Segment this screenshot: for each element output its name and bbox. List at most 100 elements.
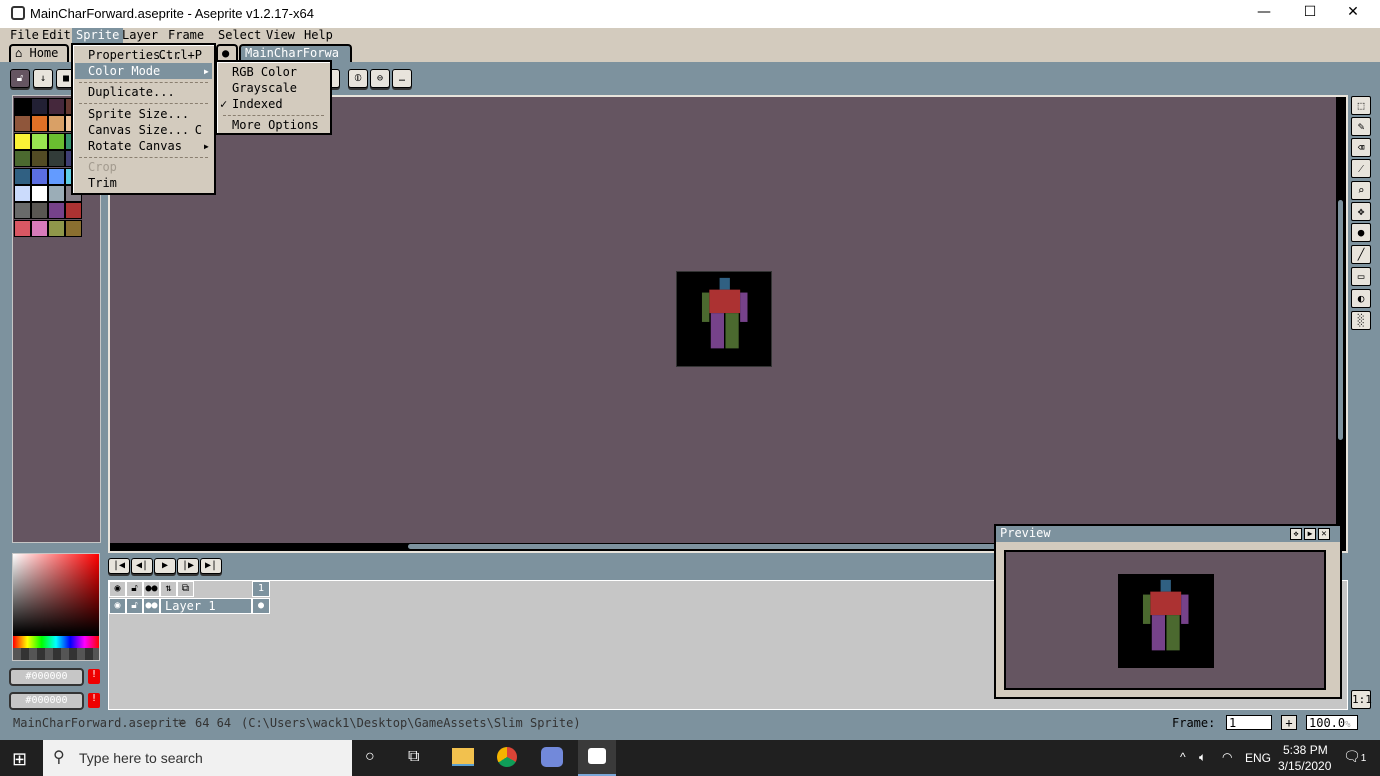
- sprite-canvas[interactable]: [676, 271, 772, 367]
- close-icon[interactable]: ✕: [1318, 528, 1330, 540]
- palette-swatch[interactable]: [31, 132, 48, 150]
- palette-swatch[interactable]: [65, 219, 82, 237]
- bucket-icon[interactable]: ●: [1351, 223, 1371, 242]
- clock-date[interactable]: 3/15/2020: [1278, 759, 1331, 773]
- palette-swatch[interactable]: [14, 167, 31, 185]
- hue-slider[interactable]: [13, 636, 99, 648]
- menu-help[interactable]: Help: [300, 28, 337, 44]
- eraser-icon[interactable]: ⌫: [1351, 138, 1371, 157]
- palette-swatch[interactable]: [14, 185, 31, 202]
- maximize-button[interactable]: ☐: [1300, 4, 1320, 20]
- symmetry-horizontal-icon[interactable]: ⊖: [370, 69, 390, 88]
- tray-chevron-icon[interactable]: ^: [1180, 750, 1186, 764]
- menu-item-rotate-canvas[interactable]: Rotate Canvas ▸: [75, 138, 212, 154]
- play-icon[interactable]: ▶: [1304, 528, 1316, 540]
- alpha-slider[interactable]: [13, 648, 99, 660]
- rectangle-icon[interactable]: ▭: [1351, 267, 1371, 286]
- palette-swatch[interactable]: [14, 98, 31, 115]
- zoom-icon[interactable]: ⌕: [1351, 181, 1371, 200]
- task-view-icon[interactable]: ⧉: [408, 748, 419, 766]
- layer-row[interactable]: Layer 1: [160, 598, 252, 614]
- palette-swatch[interactable]: [14, 132, 31, 150]
- vertical-scrollbar[interactable]: [1338, 200, 1343, 440]
- notifications-icon[interactable]: 🗨︎1: [1343, 748, 1366, 765]
- layer-visibility-icon[interactable]: ◉: [109, 598, 126, 614]
- zoom-reset-icon[interactable]: 1:1: [1351, 690, 1372, 709]
- first-frame-icon[interactable]: |◀: [108, 558, 130, 574]
- file-explorer-icon[interactable]: [452, 748, 474, 766]
- palette-swatch[interactable]: [14, 115, 31, 133]
- menu-view[interactable]: View: [262, 28, 299, 44]
- menu-item-duplicate[interactable]: Duplicate...: [75, 84, 212, 100]
- discord-icon[interactable]: [541, 747, 563, 767]
- marquee-icon[interactable]: ⬚: [1351, 96, 1371, 115]
- tab-home[interactable]: ⌂ Home: [9, 44, 69, 62]
- lock-icon[interactable]: 🔓︎: [10, 69, 30, 88]
- palette-swatch[interactable]: [31, 98, 48, 115]
- palette-swatch[interactable]: [14, 202, 31, 220]
- add-frame-button[interactable]: +: [1281, 715, 1297, 730]
- language-indicator[interactable]: ENG: [1245, 751, 1271, 765]
- palette-swatch[interactable]: [65, 202, 82, 220]
- palette-swatch[interactable]: [48, 150, 65, 168]
- windows-start-icon[interactable]: ⊞: [12, 749, 27, 770]
- preview-canvas[interactable]: [1004, 550, 1326, 690]
- menu-sprite[interactable]: Sprite: [72, 28, 124, 44]
- menu-layer[interactable]: Layer: [118, 28, 162, 44]
- warning-icon[interactable]: !: [88, 693, 100, 708]
- chrome-icon[interactable]: [497, 747, 517, 767]
- palette-swatch[interactable]: [48, 219, 65, 237]
- palette-swatch[interactable]: [31, 115, 48, 133]
- layer-settings-icon[interactable]: ⇅: [160, 581, 177, 597]
- menu-edit[interactable]: Edit: [38, 28, 75, 44]
- layer-lock-icon[interactable]: 🔓︎: [126, 598, 143, 614]
- menu-select[interactable]: Select: [214, 28, 265, 44]
- menu-item-trim[interactable]: Trim: [75, 175, 212, 191]
- volume-icon[interactable]: 🔈︎: [1199, 750, 1206, 765]
- frame-header[interactable]: 1: [252, 581, 270, 597]
- layer-continuous-icon[interactable]: ●●: [143, 598, 160, 614]
- last-frame-icon[interactable]: ▶|: [200, 558, 222, 574]
- aseprite-taskbar-icon[interactable]: [578, 740, 616, 776]
- menu-item-canvas-size[interactable]: Canvas Size... C: [75, 122, 212, 138]
- palette-swatch[interactable]: [14, 150, 31, 168]
- menu-item-sprite-size[interactable]: Sprite Size...: [75, 106, 212, 122]
- warning-icon[interactable]: !: [88, 669, 100, 684]
- menu-item-indexed[interactable]: ✓ Indexed: [219, 96, 328, 112]
- menu-item-crop[interactable]: Crop: [75, 159, 212, 175]
- zoom-input[interactable]: 100.0%: [1306, 715, 1358, 730]
- menu-item-properties[interactable]: Properties... Ctrl+P: [75, 47, 212, 63]
- sort-down-button[interactable]: ↓: [33, 69, 53, 88]
- palette-swatch[interactable]: [31, 219, 48, 237]
- foreground-color-button[interactable]: #000000: [9, 668, 84, 686]
- menu-frame[interactable]: Frame: [164, 28, 208, 44]
- palette-swatch[interactable]: [48, 185, 65, 202]
- menu-item-more-options[interactable]: More Options: [219, 117, 328, 133]
- palette-swatch[interactable]: [48, 167, 65, 185]
- palette-swatch[interactable]: [48, 98, 65, 115]
- next-frame-icon[interactable]: |▶: [177, 558, 199, 574]
- palette-swatch[interactable]: [48, 202, 65, 220]
- palette-swatch[interactable]: [48, 115, 65, 133]
- menu-item-rgb-color[interactable]: RGB Color: [219, 64, 328, 80]
- eyedropper-icon[interactable]: ⁄: [1351, 159, 1371, 178]
- cel-icon[interactable]: ●: [252, 598, 270, 614]
- palette-swatch[interactable]: [31, 202, 48, 220]
- prev-frame-icon[interactable]: ◀|: [131, 558, 153, 574]
- cortana-icon[interactable]: ○: [365, 748, 375, 766]
- line-icon[interactable]: ╱: [1351, 245, 1371, 264]
- background-color-button[interactable]: #000000: [9, 692, 84, 710]
- close-button[interactable]: ✕: [1343, 4, 1363, 20]
- move-icon[interactable]: ✥: [1351, 202, 1371, 221]
- menu-item-grayscale[interactable]: Grayscale: [219, 80, 328, 96]
- menu-item-color-mode[interactable]: Color Mode ▸: [75, 63, 212, 79]
- pencil-icon[interactable]: ✎: [1351, 117, 1371, 136]
- taskbar-search[interactable]: ⚲ Type here to search: [43, 740, 352, 776]
- palette-swatch[interactable]: [14, 219, 31, 237]
- center-icon[interactable]: ✥: [1290, 528, 1302, 540]
- clock-time[interactable]: 5:38 PM: [1283, 743, 1328, 757]
- blur-icon[interactable]: ░: [1351, 311, 1371, 330]
- onion-skin-icon[interactable]: ⧉: [177, 581, 194, 597]
- palette-swatch[interactable]: [48, 132, 65, 150]
- palette-swatch[interactable]: [31, 150, 48, 168]
